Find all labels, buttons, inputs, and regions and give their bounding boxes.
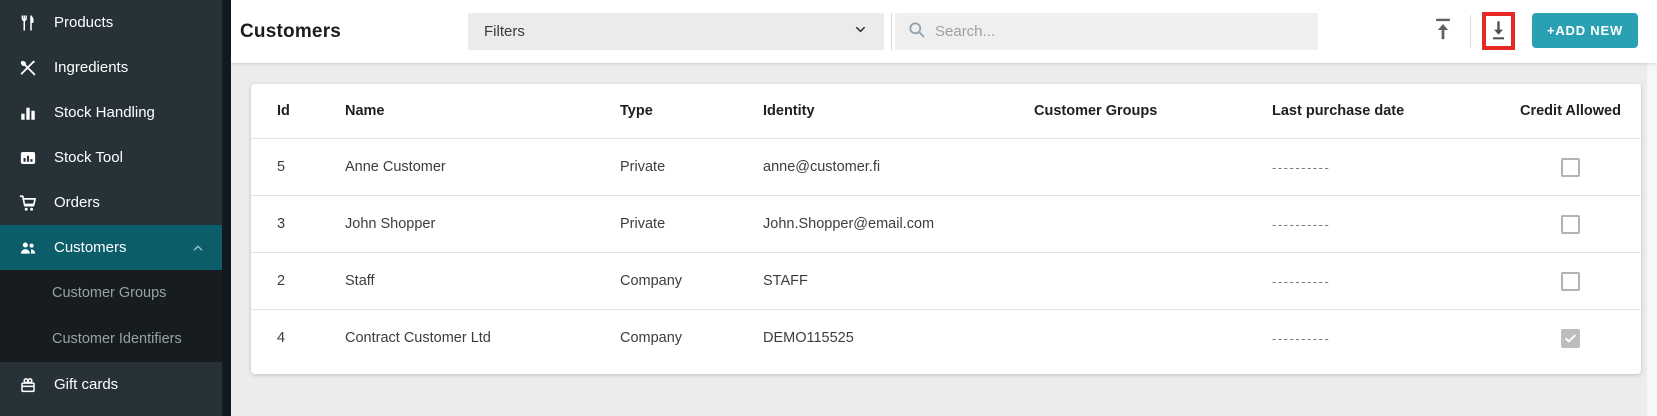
upload-icon [1432, 17, 1454, 46]
gift-icon [18, 375, 38, 395]
sidebar-subitem-label: Customer Identifiers [52, 331, 182, 347]
cell-last-purchase-date: ---------- [1272, 160, 1500, 175]
cart-icon [18, 193, 38, 213]
add-new-button[interactable]: +ADD NEW [1532, 13, 1638, 48]
column-header-customer-groups[interactable]: Customer Groups [1034, 103, 1272, 119]
divider [1470, 15, 1471, 48]
cell-identity: STAFF [763, 273, 1034, 289]
sidebar-item-ingredients[interactable]: Ingredients [0, 45, 231, 90]
sidebar-item-label: Stock Handling [54, 104, 155, 121]
column-header-type[interactable]: Type [620, 103, 763, 119]
sidebar-subitem-label: Customer Groups [52, 285, 166, 301]
cell-type: Company [620, 273, 763, 289]
cell-name: Contract Customer Ltd [345, 330, 620, 346]
annotation-highlight [1482, 12, 1515, 50]
cell-id: 3 [251, 216, 345, 232]
sidebar-scroll-track [222, 0, 231, 416]
chevron-down-icon [853, 22, 868, 41]
sidebar-item-gift-cards[interactable]: Gift cards [0, 362, 231, 407]
crossed-cutlery-icon [18, 58, 38, 78]
sidebar-item-label: Stock Tool [54, 149, 123, 166]
chevron-up-icon [191, 241, 205, 255]
table-row[interactable]: 2 Staff Company STAFF ---------- [251, 252, 1641, 309]
sidebar-item-products[interactable]: Products [0, 0, 231, 45]
filters-dropdown[interactable]: Filters [468, 13, 884, 50]
column-header-identity[interactable]: Identity [763, 103, 1034, 119]
cell-type: Private [620, 216, 763, 232]
sidebar-item-customer-identifiers[interactable]: Customer Identifiers [0, 316, 231, 362]
cell-id: 5 [251, 159, 345, 175]
page-scrollbar[interactable] [1647, 63, 1657, 416]
cell-type: Company [620, 330, 763, 346]
cell-identity: DEMO115525 [763, 330, 1034, 346]
download-icon [1489, 18, 1508, 45]
column-header-name[interactable]: Name [345, 103, 620, 119]
column-header-id[interactable]: Id [251, 103, 345, 119]
cell-name: John Shopper [345, 216, 620, 232]
filters-label: Filters [484, 23, 525, 40]
table-header-row: Id Name Type Identity Customer Groups La… [251, 84, 1641, 138]
credit-allowed-checkbox[interactable] [1561, 158, 1580, 177]
table-row[interactable]: 3 John Shopper Private John.Shopper@emai… [251, 195, 1641, 252]
table-row[interactable]: 5 Anne Customer Private anne@customer.fi… [251, 138, 1641, 195]
divider [891, 13, 892, 50]
main-content: Id Name Type Identity Customer Groups La… [231, 63, 1657, 416]
sidebar-submenu: Customer Groups Customer Identifiers [0, 270, 231, 362]
download-button[interactable] [1486, 16, 1511, 46]
page-title: Customers [240, 21, 341, 43]
topbar: Customers Filters +ADD NEW [231, 0, 1657, 63]
cell-identity: anne@customer.fi [763, 159, 1034, 175]
cell-last-purchase-date: ---------- [1272, 331, 1500, 346]
search-icon [907, 20, 926, 44]
cell-id: 4 [251, 330, 345, 346]
sidebar-item-stock-handling[interactable]: Stock Handling [0, 90, 231, 135]
cell-id: 2 [251, 273, 345, 289]
sidebar-item-label: Ingredients [54, 59, 128, 76]
column-header-last-purchase-date[interactable]: Last purchase date [1272, 103, 1500, 119]
sidebar-item-label: Products [54, 14, 113, 31]
chart-box-icon [18, 148, 38, 168]
utensils-icon [18, 13, 38, 33]
bar-chart-icon [18, 103, 38, 123]
credit-allowed-checkbox[interactable] [1561, 329, 1580, 348]
cell-last-purchase-date: ---------- [1272, 274, 1500, 289]
people-icon [18, 238, 38, 258]
sidebar-item-customer-groups[interactable]: Customer Groups [0, 270, 231, 316]
table-row[interactable]: 4 Contract Customer Ltd Company DEMO1155… [251, 309, 1641, 366]
cell-last-purchase-date: ---------- [1272, 217, 1500, 232]
credit-allowed-checkbox[interactable] [1561, 272, 1580, 291]
column-header-credit-allowed[interactable]: Credit Allowed [1500, 103, 1641, 119]
sidebar-item-label: Customers [54, 239, 127, 256]
cell-name: Staff [345, 273, 620, 289]
sidebar-item-stock-tool[interactable]: Stock Tool [0, 135, 231, 180]
cell-type: Private [620, 159, 763, 175]
sidebar-nav: Products Ingredients Stock Handling Stoc… [0, 0, 231, 407]
sidebar-item-customers[interactable]: Customers [0, 225, 231, 270]
search-box [895, 13, 1318, 50]
cell-identity: John.Shopper@email.com [763, 216, 1034, 232]
sidebar-item-label: Orders [54, 194, 100, 211]
sidebar-item-orders[interactable]: Orders [0, 180, 231, 225]
search-input[interactable] [935, 23, 1306, 40]
sidebar: Products Ingredients Stock Handling Stoc… [0, 0, 231, 416]
customers-table: Id Name Type Identity Customer Groups La… [251, 84, 1641, 374]
credit-allowed-checkbox[interactable] [1561, 215, 1580, 234]
cell-name: Anne Customer [345, 159, 620, 175]
upload-button[interactable] [1427, 15, 1459, 48]
sidebar-item-label: Gift cards [54, 376, 118, 393]
